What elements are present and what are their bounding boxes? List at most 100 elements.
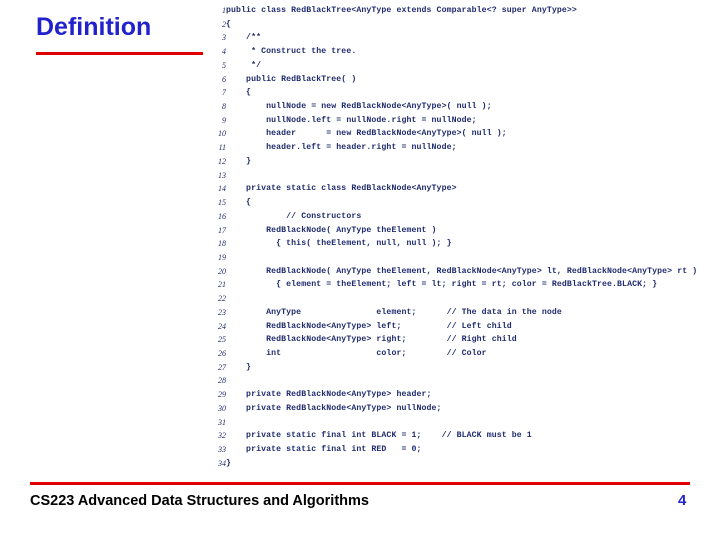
- code-line: 1 public class RedBlackTree<AnyType exten…: [200, 4, 697, 18]
- code-line-text: }: [226, 458, 232, 468]
- code-line: 26 int color; // Color: [200, 347, 697, 361]
- code-line-number: 18: [218, 239, 226, 249]
- code-line: 21 { element = theElement; left = lt; ri…: [200, 278, 697, 292]
- code-line-text: }: [226, 156, 252, 166]
- code-line-number: 29: [218, 390, 226, 400]
- code-line: 7 {: [200, 86, 697, 100]
- code-line-text: {: [226, 19, 232, 29]
- code-line: 23 AnyType element; // The data in the n…: [200, 306, 697, 320]
- code-line-text: nullNode = new RedBlackNode<AnyType>( nu…: [226, 102, 492, 112]
- code-line-text: private RedBlackNode<AnyType> nullNode;: [226, 403, 442, 413]
- code-line-text: private RedBlackNode<AnyType> header;: [226, 390, 432, 400]
- code-line-number: 9: [222, 115, 226, 125]
- code-line: 15 {: [200, 196, 697, 210]
- code-table: 1 public class RedBlackTree<AnyType exten…: [200, 4, 697, 470]
- code-line-text: RedBlackNode( AnyType theElement, RedBla…: [226, 266, 698, 276]
- code-line-text: public class RedBlackTree<AnyType extend…: [226, 6, 577, 15]
- code-line-text: AnyType element; // The data in the node: [226, 307, 562, 317]
- code-line-number: 27: [218, 362, 226, 372]
- code-line-number: 33: [218, 445, 226, 454]
- code-listing: 1 public class RedBlackTree<AnyType exten…: [200, 4, 720, 484]
- code-line-number: 5: [222, 60, 226, 70]
- code-line: 34}: [200, 457, 697, 471]
- code-line-number: 30: [218, 403, 226, 413]
- page-number: 4: [678, 492, 687, 509]
- code-line: 18 { this( theElement, null, null ); }: [200, 237, 697, 251]
- code-line: 16 // Constructors: [200, 210, 697, 224]
- code-line: 13: [200, 169, 697, 183]
- code-line-text: int color; // Color: [226, 348, 487, 358]
- code-line: 25 RedBlackNode<AnyType> right; // Right…: [200, 333, 697, 347]
- code-line: 12 }: [200, 155, 697, 169]
- code-line-number: 2: [222, 19, 226, 29]
- code-line-text: private static class RedBlackNode<AnyTyp…: [226, 184, 457, 194]
- code-line-text: // Constructors: [226, 211, 362, 221]
- code-line-number: 15: [218, 198, 226, 208]
- code-line: 9 nullNode.left = nullNode.right = nullN…: [200, 114, 697, 128]
- code-line-number: 26: [218, 348, 226, 358]
- code-line-number: 23: [218, 307, 226, 317]
- code-line: 5 */: [200, 59, 697, 73]
- code-line: 32 private static final int BLACK = 1; /…: [200, 429, 697, 443]
- title-block: Definition: [36, 12, 203, 55]
- code-line-text: RedBlackNode<AnyType> left; // Left chil…: [226, 321, 512, 331]
- title-underline-rule: [36, 52, 203, 55]
- code-line: 33 private static final int RED = 0;: [200, 443, 697, 457]
- code-line: 19: [200, 251, 697, 265]
- code-line: 24 RedBlackNode<AnyType> left; // Left c…: [200, 320, 697, 334]
- slide: Definition 1 public class RedBlackTree<An…: [0, 0, 720, 540]
- code-line-text: { this( theElement, null, null ); }: [226, 239, 452, 249]
- code-line: 2{: [200, 18, 697, 32]
- code-line-text: [226, 292, 697, 306]
- code-line-number: 20: [218, 266, 226, 276]
- code-line: 29 private RedBlackNode<AnyType> header;: [200, 388, 697, 402]
- code-line-text: RedBlackNode<AnyType> right; // Right ch…: [226, 335, 517, 345]
- code-line: 30 private RedBlackNode<AnyType> nullNod…: [200, 402, 697, 416]
- code-line-number: 13: [218, 170, 226, 180]
- code-line: 14 private static class RedBlackNode<Any…: [200, 182, 697, 196]
- code-line-number: 25: [218, 335, 226, 345]
- code-line: 6 public RedBlackTree( ): [200, 73, 697, 87]
- code-line: 17 RedBlackNode( AnyType theElement ): [200, 224, 697, 238]
- code-line-text: [226, 374, 697, 388]
- code-line-number: 1: [222, 6, 226, 15]
- code-line-number: 22: [218, 294, 226, 304]
- code-line-number: 6: [222, 74, 226, 84]
- code-line-text: [226, 251, 697, 265]
- code-line-number: 10: [218, 129, 226, 139]
- code-line-text: {: [226, 88, 252, 98]
- code-line: 8 nullNode = new RedBlackNode<AnyType>( …: [200, 100, 697, 114]
- code-line-number: 11: [218, 143, 226, 153]
- code-line-text: [226, 169, 697, 183]
- code-line-text: }: [226, 362, 252, 372]
- code-line: 4 * Construct the tree.: [200, 45, 697, 59]
- code-line-text: private static final int RED = 0;: [226, 445, 422, 454]
- code-line-number: 16: [218, 211, 226, 221]
- code-line-text: private static final int BLACK = 1; // B…: [226, 431, 532, 441]
- footer-title: CS223 Advanced Data Structures and Algor…: [30, 493, 369, 509]
- footer-divider-rule: [30, 482, 690, 485]
- code-line-number: 12: [218, 156, 226, 166]
- code-line-number: 34: [218, 458, 226, 468]
- code-line-number: 21: [218, 280, 226, 290]
- code-line-number: 19: [218, 252, 226, 262]
- code-line-number: 4: [222, 47, 226, 57]
- code-line-text: {: [226, 198, 252, 208]
- code-line-number: 14: [218, 184, 226, 194]
- code-line: 10 header = new RedBlackNode<AnyType>( n…: [200, 127, 697, 141]
- code-line-text: public RedBlackTree( ): [226, 74, 357, 84]
- code-line: 11 header.left = header.right = nullNode…: [200, 141, 697, 155]
- code-line-text: nullNode.left = nullNode.right = nullNod…: [226, 115, 477, 125]
- code-line: 20 RedBlackNode( AnyType theElement, Red…: [200, 265, 697, 279]
- code-line-number: 8: [222, 102, 226, 112]
- code-line-text: */: [226, 60, 262, 70]
- code-line-number: 3: [222, 33, 226, 43]
- code-line-number: 24: [218, 321, 226, 331]
- code-line: 28: [200, 374, 697, 388]
- code-line: 3 /**: [200, 31, 697, 45]
- code-line-number: 7: [222, 88, 226, 98]
- code-line: 31: [200, 416, 697, 430]
- code-line-text: /**: [226, 33, 262, 43]
- code-line-text: RedBlackNode( AnyType theElement ): [226, 225, 437, 235]
- code-line-text: { element = theElement; left = lt; right…: [226, 280, 658, 290]
